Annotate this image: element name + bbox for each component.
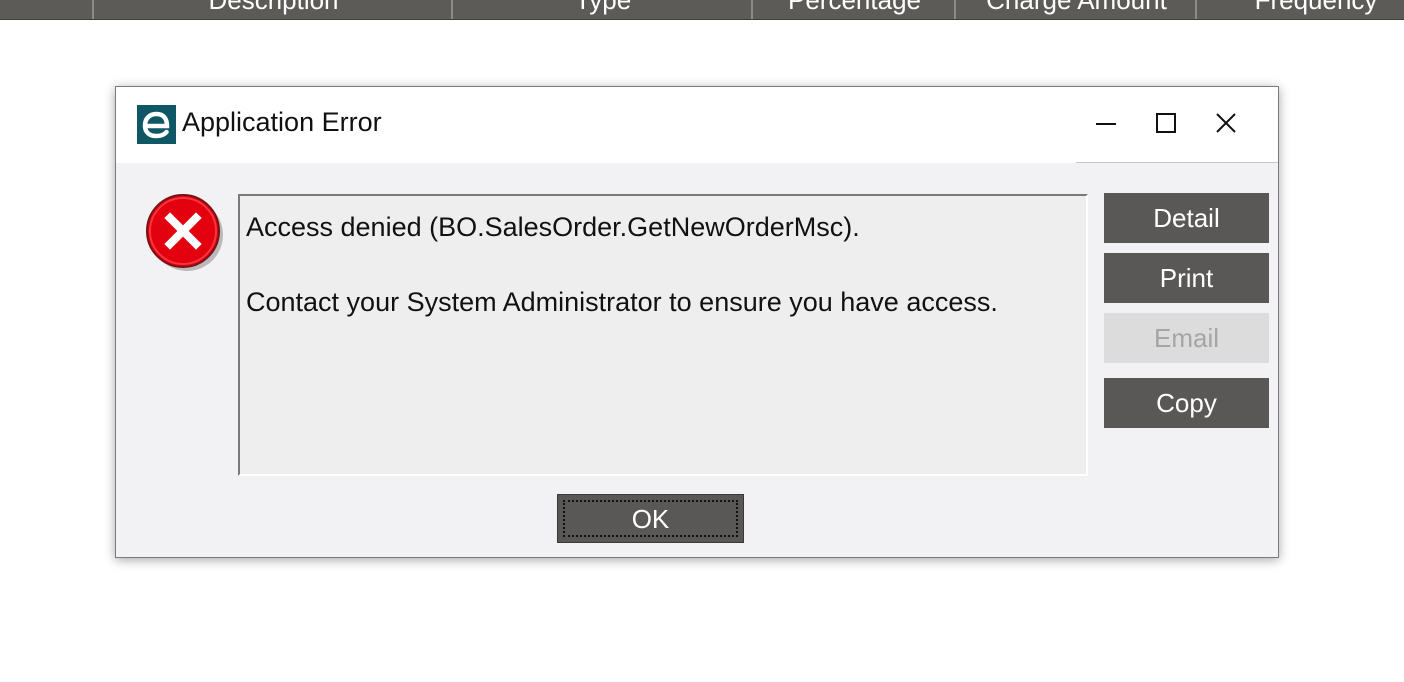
close-icon xyxy=(1216,113,1236,133)
grid-column-percentage[interactable]: Percentage xyxy=(751,0,956,19)
ok-button-label: OK xyxy=(563,500,738,537)
copy-button[interactable]: Copy xyxy=(1104,378,1269,428)
error-x-icon xyxy=(146,194,223,271)
grid-column-type[interactable]: Type xyxy=(451,0,753,19)
error-message-box[interactable]: Access denied (BO.SalesOrder.GetNewOrder… xyxy=(238,194,1088,476)
detail-button[interactable]: Detail xyxy=(1104,193,1269,243)
grid-column-frequency[interactable]: Frequency xyxy=(1195,0,1404,19)
dialog-titlebar[interactable]: Application Error xyxy=(116,87,1076,163)
close-button[interactable] xyxy=(1196,87,1256,161)
print-button[interactable]: Print xyxy=(1104,253,1269,303)
grid-header: Description Type Percentage Charge Amoun… xyxy=(0,0,1404,20)
minimize-icon xyxy=(1096,123,1116,125)
error-message-line1: Access denied (BO.SalesOrder.GetNewOrder… xyxy=(246,212,860,242)
ok-button[interactable]: OK xyxy=(557,494,744,543)
minimize-button[interactable] xyxy=(1076,87,1136,161)
epicor-e-icon xyxy=(137,105,176,144)
email-button: Email xyxy=(1104,313,1269,363)
window-controls xyxy=(1076,87,1278,163)
maximize-icon xyxy=(1156,113,1176,133)
grid-column-charge-amount[interactable]: Charge Amount xyxy=(954,0,1197,19)
error-message-line2: Contact your System Administrator to ens… xyxy=(246,287,998,317)
application-error-dialog: Application Error Access denied (BO.Sale… xyxy=(115,86,1279,558)
maximize-button[interactable] xyxy=(1136,87,1196,161)
grid-column-description[interactable]: Description xyxy=(92,0,453,19)
dialog-title: Application Error xyxy=(182,107,382,137)
